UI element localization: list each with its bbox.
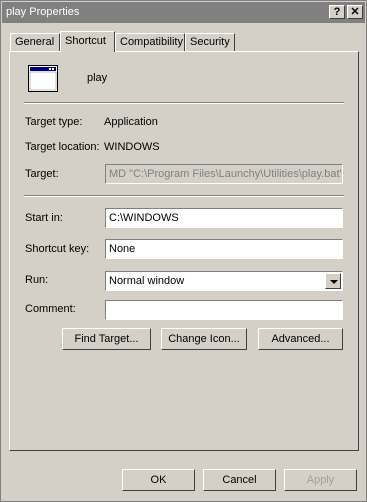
separator [24, 102, 344, 104]
find-target-button[interactable]: Find Target... [62, 328, 151, 350]
start-in-field[interactable]: C:\WINDOWS [105, 208, 343, 228]
target-label: Target: [25, 168, 59, 180]
comment-label: Comment: [25, 303, 76, 315]
tab-security[interactable]: Security [185, 33, 235, 51]
shortcut-name: play [87, 72, 108, 84]
separator [24, 195, 344, 197]
run-label: Run: [25, 274, 49, 286]
title-bar[interactable]: play Properties ? ✕ [2, 2, 365, 23]
target-type-label: Target type: [25, 116, 83, 128]
close-button[interactable]: ✕ [347, 5, 363, 19]
target-field[interactable]: MD "C:\Program Files\Launchy\Utilities\p… [105, 164, 343, 184]
tab-compatibility[interactable]: Compatibility [115, 33, 185, 51]
shortcut-panel: play Target type: Application Target loc… [9, 51, 359, 451]
shortcut-key-field[interactable]: None [105, 239, 343, 259]
target-location-value: WINDOWS [104, 141, 160, 153]
comment-field[interactable] [105, 300, 343, 320]
tab-general[interactable]: General [10, 33, 60, 51]
tab-shortcut[interactable]: Shortcut [60, 31, 115, 52]
application-window-icon [28, 65, 58, 92]
chevron-down-icon[interactable] [325, 273, 341, 289]
properties-dialog: play Properties ? ✕ General Shortcut Com… [0, 0, 367, 502]
change-icon-button[interactable]: Change Icon... [161, 328, 247, 350]
cancel-button[interactable]: Cancel [203, 469, 276, 491]
run-select[interactable]: Normal window [105, 271, 343, 291]
ok-button[interactable]: OK [122, 469, 195, 491]
help-button[interactable]: ? [329, 5, 345, 19]
target-type-value: Application [104, 116, 158, 128]
run-select-value: Normal window [109, 275, 185, 287]
advanced-button[interactable]: Advanced... [258, 328, 343, 350]
shortcut-key-label: Shortcut key: [25, 243, 90, 255]
target-location-label: Target location: [25, 141, 100, 153]
window-title: play Properties [6, 6, 80, 18]
start-in-label: Start in: [25, 212, 63, 224]
apply-button[interactable]: Apply [284, 469, 357, 491]
